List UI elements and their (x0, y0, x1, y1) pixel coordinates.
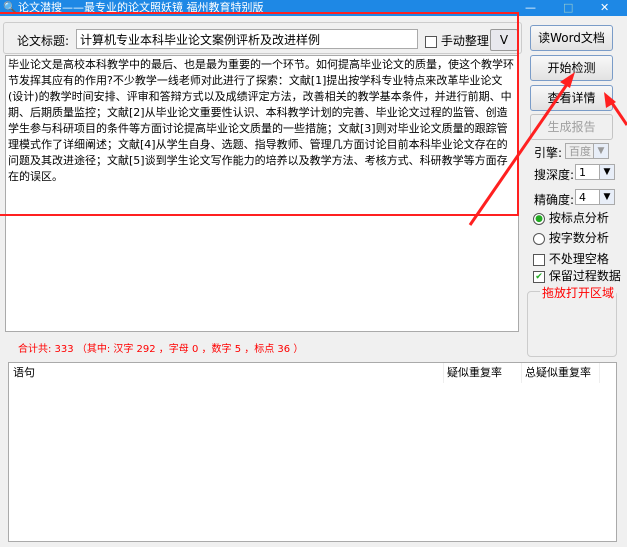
annotation-arrowhead (560, 72, 575, 88)
annotation-rectangle (0, 12, 519, 216)
annotation-overlay (0, 12, 627, 226)
annotation-arrow (468, 79, 572, 226)
